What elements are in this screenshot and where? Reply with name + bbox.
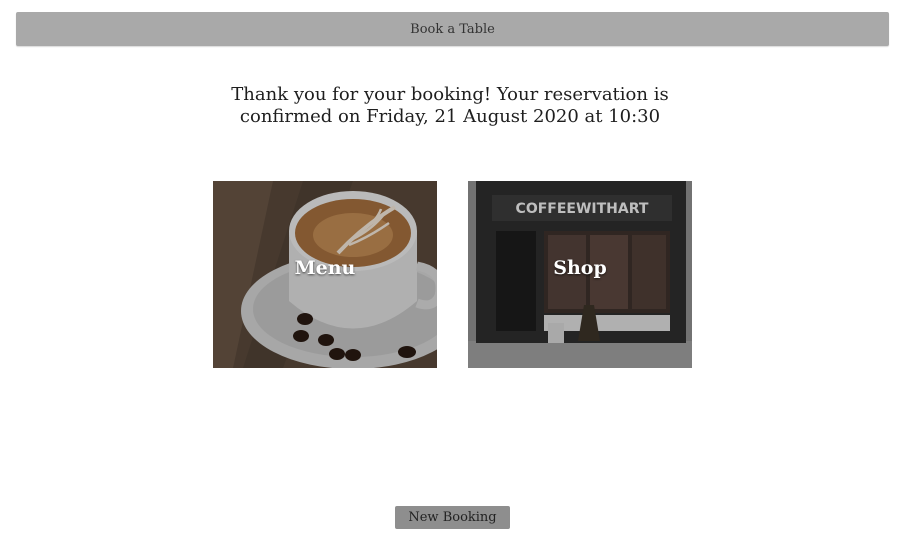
header-bar: Book a Table xyxy=(16,12,889,46)
new-booking-button[interactable]: New Booking xyxy=(395,506,510,529)
shop-tile-label: Shop xyxy=(553,257,607,279)
menu-tile-label: Menu xyxy=(294,257,356,279)
menu-tile[interactable]: Menu xyxy=(213,181,437,368)
shop-tile[interactable]: COFFEEWITHART Shop xyxy=(468,181,692,368)
confirmation-message: Thank you for your booking! Your reserva… xyxy=(0,84,900,128)
confirmation-line-2: confirmed on Friday, 21 August 2020 at 1… xyxy=(239,106,661,127)
header-title: Book a Table xyxy=(410,21,495,37)
confirmation-line-1: Thank you for your booking! Your reserva… xyxy=(231,84,669,105)
